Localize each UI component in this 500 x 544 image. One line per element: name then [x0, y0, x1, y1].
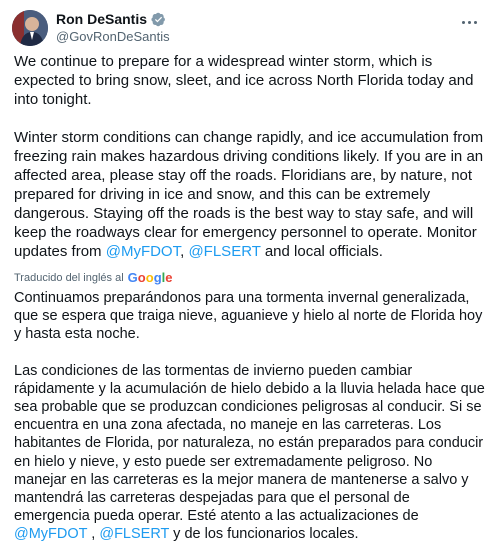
tweet-paragraph-2-text: Winter storm conditions can change rapid…	[14, 129, 488, 260]
google-logo: Google	[127, 270, 173, 285]
name-row: Ron DeSantis	[56, 11, 166, 27]
avatar[interactable]	[12, 10, 48, 46]
translation-label: Traducido del inglés al	[14, 271, 124, 284]
mention-flsert[interactable]: @FLSERT	[188, 243, 260, 260]
translated-mention-flsert[interactable]: @FLSERT	[99, 526, 169, 542]
display-name[interactable]: Ron DeSantis	[56, 11, 147, 27]
translated-mention-myfdot[interactable]: @MyFDOT	[14, 526, 87, 542]
avatar-image	[12, 10, 48, 46]
handle[interactable]: @GovRonDeSantis	[56, 29, 170, 44]
tweet-paragraph-1: We continue to prepare for a widespread …	[14, 53, 478, 108]
tweet-header: Ron DeSantis @GovRonDeSantis	[12, 8, 488, 48]
tweet-paragraph-2-end: and local officials.	[260, 243, 383, 260]
translated-paragraph-2: Las condiciones de las tormentas de invi…	[14, 362, 486, 544]
translation-attribution[interactable]: Traducido del inglés al Google	[14, 270, 173, 285]
tweet-card: Ron DeSantis @GovRonDeSantis We continue…	[0, 0, 500, 542]
translated-paragraph-2-text: Las condiciones de las tormentas de invi…	[14, 362, 489, 525]
translated-paragraph-1: Continuamos preparándonos para una torme…	[14, 290, 487, 343]
mention-myfdot[interactable]: @MyFDOT	[106, 243, 180, 260]
verified-badge-icon	[151, 12, 165, 26]
tweet-text: We continue to prepare for a widespread …	[14, 52, 484, 261]
more-options-icon[interactable]	[458, 14, 480, 30]
tweet-paragraph-2: Winter storm conditions can change rapid…	[14, 128, 484, 261]
translated-paragraph-2-end: y de los funcionarios locales.	[169, 526, 359, 543]
translated-separator: ,	[87, 526, 100, 543]
translated-text: Continuamos preparándonos para una torme…	[14, 289, 486, 544]
